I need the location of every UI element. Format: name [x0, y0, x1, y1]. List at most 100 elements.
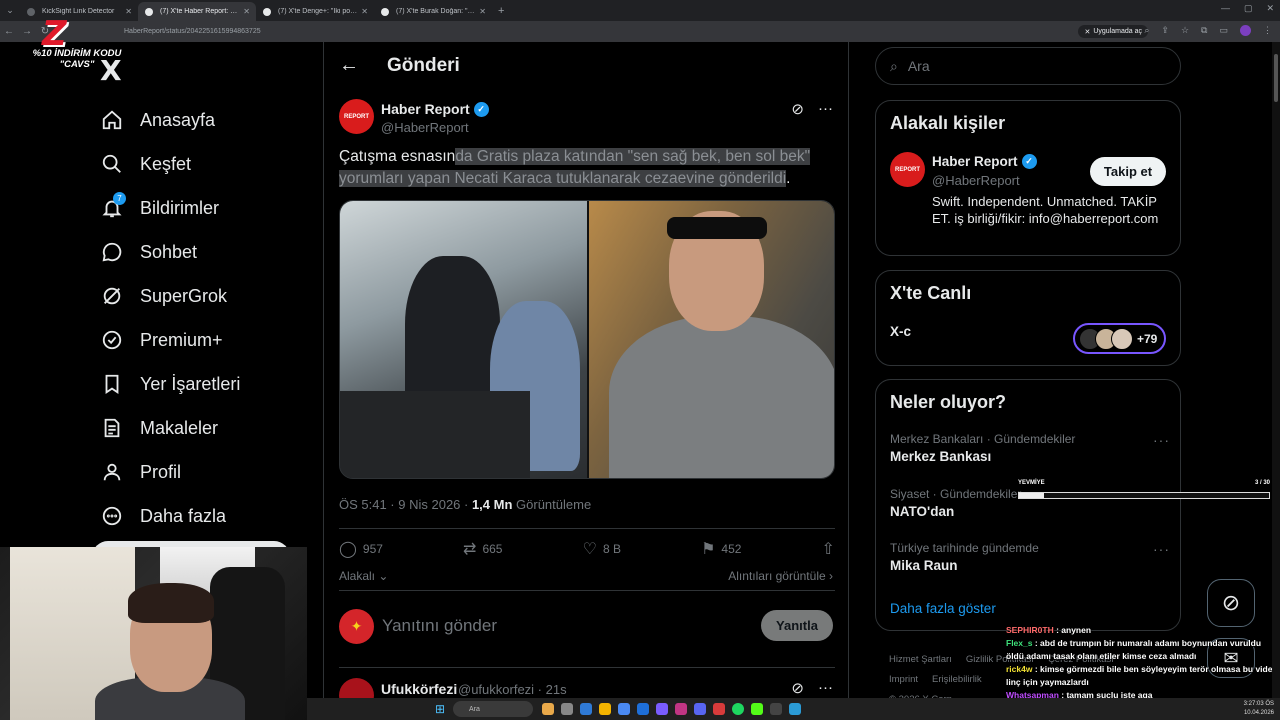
more-dots-icon[interactable]: ··· — [1153, 541, 1170, 557]
share-icon[interactable]: ⇪ — [1161, 25, 1169, 36]
person-handle[interactable]: @HaberReport — [932, 173, 1020, 188]
sidebar-item-supergrok[interactable]: SuperGrok — [100, 274, 240, 318]
close-icon[interactable]: ✕ — [361, 7, 368, 16]
grok-icon — [100, 284, 124, 308]
zoom-icon[interactable]: ⌕ — [1144, 25, 1149, 36]
tweet-author-name[interactable]: Haber Report ✓ — [381, 101, 489, 117]
sidebar-item-home[interactable]: Anasayfa — [100, 98, 240, 142]
app-icon[interactable] — [580, 703, 592, 715]
app-icon[interactable] — [789, 703, 801, 715]
forward-arrow-icon[interactable]: → — [18, 26, 36, 37]
reply-button[interactable]: ◯ 957 — [339, 539, 383, 559]
star-icon[interactable]: ☆ — [1181, 25, 1189, 36]
more-icon — [100, 504, 124, 528]
view-quotes-link[interactable]: Alıntıları görüntüle › — [728, 569, 833, 583]
grok-icon[interactable]: ⊘ — [791, 100, 804, 118]
back-arrow-icon[interactable]: ← — [0, 26, 18, 37]
sidebar-item-label: Makaleler — [140, 417, 219, 438]
app-icon[interactable] — [542, 703, 554, 715]
app-icon[interactable] — [732, 703, 744, 715]
related-dropdown[interactable]: Alakalı ⌄ — [339, 569, 388, 583]
tweet-avatar[interactable]: REPORT — [339, 99, 374, 134]
footer-link[interactable]: Imprint — [889, 674, 918, 685]
more-dots-icon[interactable]: ··· — [818, 100, 833, 118]
sidebar-item-bookmarks[interactable]: Yer İşaretleri — [100, 362, 240, 406]
app-icon[interactable] — [713, 703, 725, 715]
like-button[interactable]: ♡ 8 B — [583, 539, 621, 559]
close-icon[interactable]: ✕ — [243, 7, 250, 16]
reply-input[interactable]: Yanıtını gönder — [382, 616, 497, 636]
windows-start-icon[interactable]: ⊞ — [435, 702, 445, 716]
live-listeners[interactable]: +79 — [1073, 323, 1166, 354]
extensions-icon[interactable]: ⧉ — [1201, 25, 1207, 36]
x-logo[interactable]: X — [100, 54, 122, 87]
sidebar-item-chat[interactable]: Sohbet — [100, 230, 240, 274]
app-icon[interactable] — [637, 703, 649, 715]
related-people-card: Alakalı kişiler REPORT Haber Report ✓ @Ha… — [875, 100, 1181, 256]
back-arrow-icon[interactable]: ← — [339, 54, 379, 77]
scrollbar-thumb[interactable] — [1274, 54, 1278, 102]
reply-submit-button[interactable]: Yanıtla — [761, 610, 833, 641]
app-icon[interactable] — [675, 703, 687, 715]
tab-search-icon[interactable]: ⌄ — [0, 5, 20, 16]
taskbar-search[interactable]: Ara — [453, 701, 533, 717]
follow-button[interactable]: Takip et — [1090, 157, 1166, 186]
sidebar-item-more[interactable]: Daha fazla — [100, 494, 240, 538]
more-dots-icon[interactable]: ··· — [818, 679, 833, 697]
sidebar-item-profile[interactable]: Profil — [100, 450, 240, 494]
tweet-timestamp[interactable]: ÖS 5:41 · 9 Nis 2026 · — [339, 497, 472, 512]
user-avatar[interactable]: ✦ — [339, 609, 374, 644]
app-icon[interactable] — [656, 703, 668, 715]
tweet-author-handle[interactable]: @HaberReport — [381, 120, 469, 135]
minimize-icon[interactable]: — — [1221, 3, 1230, 14]
app-icon[interactable] — [751, 703, 763, 715]
tweet-author-name[interactable]: Ufukkörfezi — [381, 681, 457, 697]
menu-dots-icon[interactable]: ⋮ — [1263, 25, 1272, 36]
grok-fab-button[interactable]: ⊘ — [1207, 579, 1255, 627]
app-icon[interactable] — [770, 703, 782, 715]
sidebar-icon[interactable]: ▭ — [1219, 25, 1228, 36]
trend-item[interactable]: Türkiye tarihinde gündemde Mika Raun ··· — [890, 541, 1170, 573]
browser-tab[interactable]: (7) X'te Haber Report: "Çatışma ✕ — [138, 2, 256, 21]
sidebar-item-premium[interactable]: Premium+ — [100, 318, 240, 362]
live-space-label[interactable]: X-c — [890, 324, 911, 339]
browser-tab[interactable]: KickSight Link Detector ✕ — [20, 2, 138, 21]
chat-message: SEPHIR0TH : anynen — [1006, 625, 1092, 635]
maximize-icon[interactable]: ▢ — [1244, 3, 1253, 14]
open-in-app-button[interactable]: ✕ Uygulamada aç — [1078, 25, 1148, 38]
browser-tab[interactable]: (7) X'te Denge+: "İki polisimiz ✕ — [256, 2, 374, 21]
profile-avatar[interactable] — [1240, 25, 1251, 36]
footer-link[interactable]: Erişilebilirlik — [932, 674, 982, 685]
stream-progress-overlay: YEVMİYE 3 / 30 — [1018, 480, 1270, 499]
footer-link[interactable]: Hizmet Şartları — [889, 654, 952, 665]
close-icon[interactable]: ✕ — [125, 7, 132, 16]
share-button[interactable]: ⇧ — [822, 539, 835, 559]
media-image-left[interactable] — [340, 201, 587, 478]
grok-icon[interactable]: ⊘ — [791, 679, 804, 697]
close-window-icon[interactable]: ✕ — [1266, 3, 1274, 14]
sidebar-item-articles[interactable]: Makaleler — [100, 406, 240, 450]
person-name[interactable]: Haber Report ✓ — [932, 154, 1037, 169]
repost-button[interactable]: ⇄ 665 — [463, 539, 502, 559]
app-icon[interactable] — [618, 703, 630, 715]
app-icon[interactable] — [694, 703, 706, 715]
app-icon[interactable] — [599, 703, 611, 715]
sidebar-item-notifications[interactable]: 7 Bildirimler — [100, 186, 240, 230]
tweet-author-handle[interactable]: @ufukkorfezi · 21s — [458, 682, 567, 697]
bookmark-button[interactable]: ⚑ 452 — [701, 539, 741, 559]
person-avatar[interactable]: REPORT — [890, 152, 925, 187]
more-dots-icon[interactable]: ··· — [1153, 432, 1170, 448]
tweet-media[interactable] — [339, 200, 835, 479]
taskbar-clock[interactable]: 3:27:03 ÖS 10.04.2026 — [1244, 700, 1274, 718]
browser-tab[interactable]: (7) X'te Burak Doğan: "SON DA ✕ — [374, 2, 492, 21]
url-field[interactable]: HaberReport/status/2042251615994863725 — [124, 28, 261, 35]
trend-item[interactable]: Merkez Bankaları · Gündemdekiler Merkez … — [890, 432, 1170, 464]
sidebar-item-explore[interactable]: Keşfet — [100, 142, 240, 186]
close-icon[interactable]: ✕ — [479, 7, 486, 16]
show-more-link[interactable]: Daha fazla göster — [890, 601, 996, 616]
search-input[interactable]: ⌕ Ara — [875, 47, 1181, 85]
media-image-right[interactable] — [589, 201, 834, 478]
new-tab-icon[interactable]: + — [498, 5, 504, 17]
page-scrollbar[interactable] — [1272, 42, 1280, 698]
app-icon[interactable] — [561, 703, 573, 715]
